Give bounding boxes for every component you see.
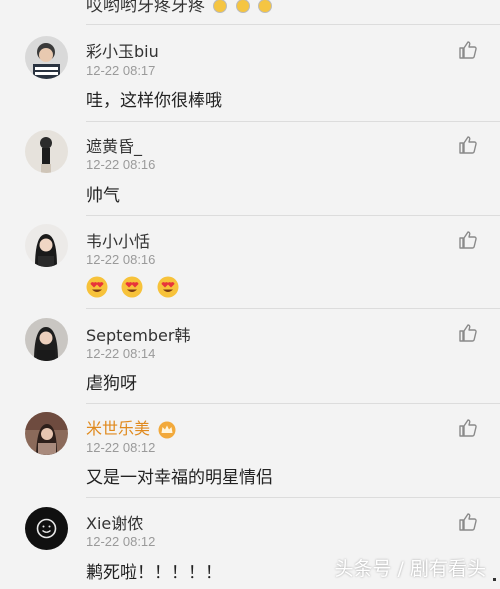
comment-text: 又是一对幸福的明星情侣 [86, 468, 273, 488]
thumbs-up-icon[interactable] [458, 418, 478, 438]
comment-time: 12-22 08:16 [86, 252, 156, 267]
comment-text: 帅气 [86, 186, 120, 206]
heart-eyes-emoji-icon [157, 276, 179, 298]
comment-text: 哇，这样你很棒哦 [86, 91, 222, 111]
thumbs-up-icon[interactable] [458, 135, 478, 155]
comment-text: 虐狗呀 [86, 374, 137, 394]
avatar[interactable] [25, 130, 68, 173]
avatar[interactable] [25, 507, 68, 550]
divider [86, 24, 500, 25]
username[interactable]: 彩小玉biu [86, 38, 159, 62]
comment-time: 12-22 08:12 [86, 440, 156, 455]
thumbs-up-icon[interactable] [458, 230, 478, 250]
comment-text [86, 276, 187, 298]
username[interactable]: Xie谢侬 [86, 510, 143, 534]
divider [86, 308, 500, 309]
divider [86, 215, 500, 216]
comment-time: 12-22 08:17 [86, 63, 156, 78]
previous-comment-text: 哎哟哟牙疼牙疼 [86, 0, 273, 16]
divider [86, 403, 500, 404]
emoji-icon [258, 0, 273, 13]
thumbs-up-icon[interactable] [458, 40, 478, 60]
thumbs-up-icon[interactable] [458, 512, 478, 532]
crown-badge-icon [158, 421, 176, 438]
avatar[interactable] [25, 318, 68, 361]
avatar[interactable] [25, 412, 68, 455]
dot [493, 578, 496, 581]
previous-comment-content: 哎哟哟牙疼牙疼 [86, 0, 205, 16]
divider [86, 497, 500, 498]
heart-eyes-emoji-icon [86, 276, 108, 298]
avatar[interactable] [25, 36, 68, 79]
comment-time: 12-22 08:14 [86, 346, 156, 361]
emoji-icon [235, 0, 250, 13]
heart-eyes-emoji-icon [121, 276, 143, 298]
divider [86, 121, 500, 122]
username-vip[interactable]: 米世乐美 [86, 415, 177, 439]
thumbs-up-icon[interactable] [458, 323, 478, 343]
username[interactable]: 遮黄昏_ [86, 133, 142, 157]
comment-time: 12-22 08:12 [86, 534, 156, 549]
username[interactable]: September韩 [86, 322, 190, 346]
comment-time: 12-22 08:16 [86, 157, 156, 172]
username[interactable]: 韦小小恬 [86, 228, 150, 252]
watermark: 头条号 / 剧有看头 [334, 558, 486, 580]
comment-text: 鹣死啦！！！！！ [86, 563, 222, 583]
username[interactable]: 米世乐美 [86, 419, 150, 438]
avatar[interactable] [25, 224, 68, 267]
emoji-icon [213, 0, 228, 13]
